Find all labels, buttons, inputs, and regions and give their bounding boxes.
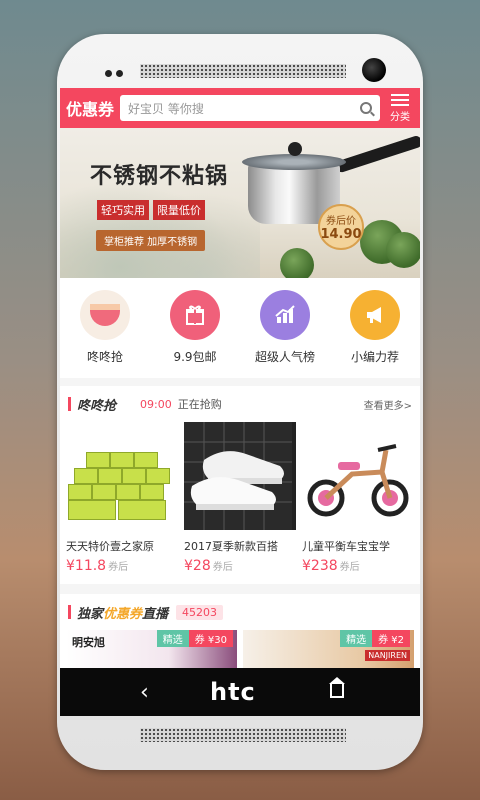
pot-lid <box>242 154 346 170</box>
product-price: ¥238 券后 <box>302 558 360 574</box>
top-speaker-grille <box>140 64 346 78</box>
home-icon[interactable] <box>329 677 345 698</box>
coupon-badge: 券 ¥30 <box>188 630 233 647</box>
category-label: 分类 <box>390 111 410 123</box>
category-label: 咚咚抢 <box>86 350 123 364</box>
category-row: 咚咚抢 9.9包邮 超级人气榜 小编力荐 <box>60 278 420 378</box>
menu-icon <box>391 93 409 106</box>
banner-tag: 轻巧实用 <box>97 200 149 220</box>
drum-icon <box>80 290 130 340</box>
section-title: 咚咚抢 <box>77 398 117 414</box>
search-bar[interactable]: 好宝贝 等你搜 <box>120 95 380 121</box>
deal-brand: NANJIREN <box>365 650 410 661</box>
broccoli-image <box>386 232 420 268</box>
app-screen: 优惠券 好宝贝 等你搜 分类 不锈钢不粘锅 轻巧实用 限量低价 掌柜推荐 加厚不… <box>60 88 420 668</box>
category-label: 小编力荐 <box>350 350 399 364</box>
search-placeholder: 好宝贝 等你搜 <box>128 101 204 116</box>
category-item-editor-pick[interactable]: 小编力荐 <box>335 290 415 378</box>
product-card[interactable]: 天天特价壹之家原 ¥11.8 券后 <box>66 422 178 574</box>
search-icon[interactable] <box>360 102 372 114</box>
system-navbar: ‹ htc <box>60 668 420 716</box>
back-icon[interactable]: ‹ <box>140 680 149 705</box>
tissue-image <box>66 422 178 530</box>
category-item-flash[interactable]: 咚咚抢 <box>65 290 145 378</box>
promo-banner[interactable]: 不锈钢不粘锅 轻巧实用 限量低价 掌柜推荐 加厚不锈钢 券后价 14.90 <box>60 128 420 278</box>
front-camera <box>362 58 386 82</box>
coupon-badge: 券 ¥2 <box>372 630 410 647</box>
banner-tags: 轻巧实用 限量低价 <box>97 200 205 220</box>
product-price: ¥28 券后 <box>184 558 233 574</box>
category-label: 超级人气榜 <box>254 350 315 364</box>
see-more-link[interactable]: 查看更多> <box>364 397 412 412</box>
product-price: ¥11.8 券后 <box>66 558 129 574</box>
product-name: 天天特价壹之家原 <box>66 540 154 553</box>
section-accent <box>68 397 71 411</box>
pot-knob <box>288 142 302 156</box>
category-button[interactable]: 分类 <box>386 93 414 123</box>
product-name: 儿童平衡车宝宝学 <box>302 540 390 553</box>
banner-tag: 限量低价 <box>153 200 205 220</box>
deal-brand: 明安旭 <box>72 636 105 649</box>
app-header: 优惠券 好宝贝 等你搜 分类 <box>60 88 420 128</box>
deal-card[interactable]: 明安旭 精选 券 ¥30 <box>66 630 237 668</box>
banner-subtitle: 掌柜推荐 加厚不锈钢 <box>96 230 206 251</box>
deal-tags: 精选 券 ¥30 <box>156 630 233 647</box>
htc-logo: htc <box>210 678 256 706</box>
price-badge-label: 券后价 <box>326 216 356 227</box>
product-list: 天天特价壹之家原 ¥11.8 券后 2017夏季新款百搭 ¥28 券后 儿童平衡… <box>60 422 420 574</box>
flash-sale-section: 咚咚抢 09:00 正在抢购 查看更多> 天天特价壹之家原 ¥11.8 券后 2… <box>60 386 420 584</box>
deal-tags: 精选 券 ¥2 <box>340 630 410 647</box>
shoe-image <box>184 422 296 530</box>
section-header: 咚咚抢 09:00 正在抢购 查看更多> <box>60 386 420 422</box>
phone-frame: 优惠券 好宝贝 等你搜 分类 不锈钢不粘锅 轻巧实用 限量低价 掌柜推荐 加厚不… <box>57 34 423 770</box>
flash-status: 正在抢购 <box>177 398 222 411</box>
category-item-free-shipping[interactable]: 9.9包邮 <box>155 290 235 378</box>
product-name: 2017夏季新款百搭 <box>184 540 278 553</box>
featured-badge: 精选 <box>340 630 373 647</box>
live-count-badge: 45203 <box>176 604 224 620</box>
broccoli-image <box>280 248 314 278</box>
bottom-speaker-grille <box>140 728 346 742</box>
deal-card[interactable]: 精选 券 ¥2 NANJIREN <box>243 630 414 668</box>
price-badge: 券后价 14.90 <box>318 204 364 250</box>
section-header: 独家优惠券直播 45203 <box>60 594 420 630</box>
deal-list: 明安旭 精选 券 ¥30 精选 券 ¥2 NANJIREN <box>60 630 420 668</box>
category-item-popular[interactable]: 超级人气榜 <box>245 290 325 378</box>
price-badge-value: 14.90 <box>320 227 362 242</box>
bike-image <box>302 422 414 530</box>
category-label: 9.9包邮 <box>173 350 217 364</box>
sensor-dots <box>105 70 123 77</box>
banner-title: 不锈钢不粘锅 <box>90 163 229 189</box>
gift-icon <box>170 290 220 340</box>
product-card[interactable]: 2017夏季新款百搭 ¥28 券后 <box>184 422 296 574</box>
live-coupon-section: 独家优惠券直播 45203 明安旭 精选 券 ¥30 精选 券 ¥2 NANJI… <box>60 594 420 668</box>
megaphone-icon <box>350 290 400 340</box>
section-accent <box>68 605 71 619</box>
chart-icon <box>260 290 310 340</box>
flash-time: 09:00 <box>140 397 172 411</box>
pot-handle <box>334 134 420 174</box>
app-logo: 优惠券 <box>66 100 115 119</box>
product-card[interactable]: 儿童平衡车宝宝学 ¥238 券后 <box>302 422 414 574</box>
featured-badge: 精选 <box>156 630 189 647</box>
section-title: 独家优惠券直播 <box>77 606 169 622</box>
